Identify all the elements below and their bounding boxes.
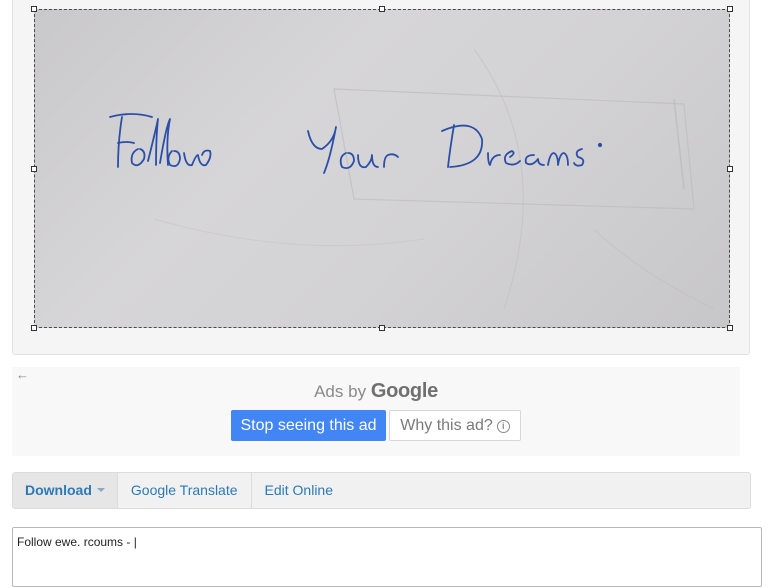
download-button[interactable]: Download [13,473,118,508]
crop-handle-bottom-center[interactable] [379,325,385,331]
stop-seeing-ad-button[interactable]: Stop seeing this ad [231,410,386,441]
chevron-down-icon [96,488,105,492]
crop-handle-middle-right[interactable] [727,166,733,172]
ads-by-google: Ads by Google [12,380,740,403]
ocr-result-textarea[interactable]: Follow ewe. rcoums - | [12,527,762,587]
crop-handle-middle-left[interactable] [31,166,37,172]
crop-handle-top-center[interactable] [379,6,385,12]
crop-handle-bottom-left[interactable] [31,325,37,331]
google-translate-button[interactable]: Google Translate [118,473,252,508]
ads-by-label: Ads by [314,382,367,401]
why-this-ad-label: Why this ad? [400,417,493,434]
crop-handle-bottom-right[interactable] [727,325,733,331]
why-this-ad-button[interactable]: Why this ad? i [389,410,521,441]
google-logo: Google [370,380,438,402]
edit-online-button[interactable]: Edit Online [252,473,346,508]
ad-feedback-box: ← Ads by Google Stop seeing this ad Why … [12,367,740,456]
crop-selection[interactable] [31,6,733,331]
download-label: Download [25,482,92,498]
result-toolbar: Download Google Translate Edit Online [12,472,751,509]
info-icon: i [496,420,510,433]
crop-handle-top-right[interactable] [727,6,733,12]
crop-handle-top-left[interactable] [31,6,37,12]
